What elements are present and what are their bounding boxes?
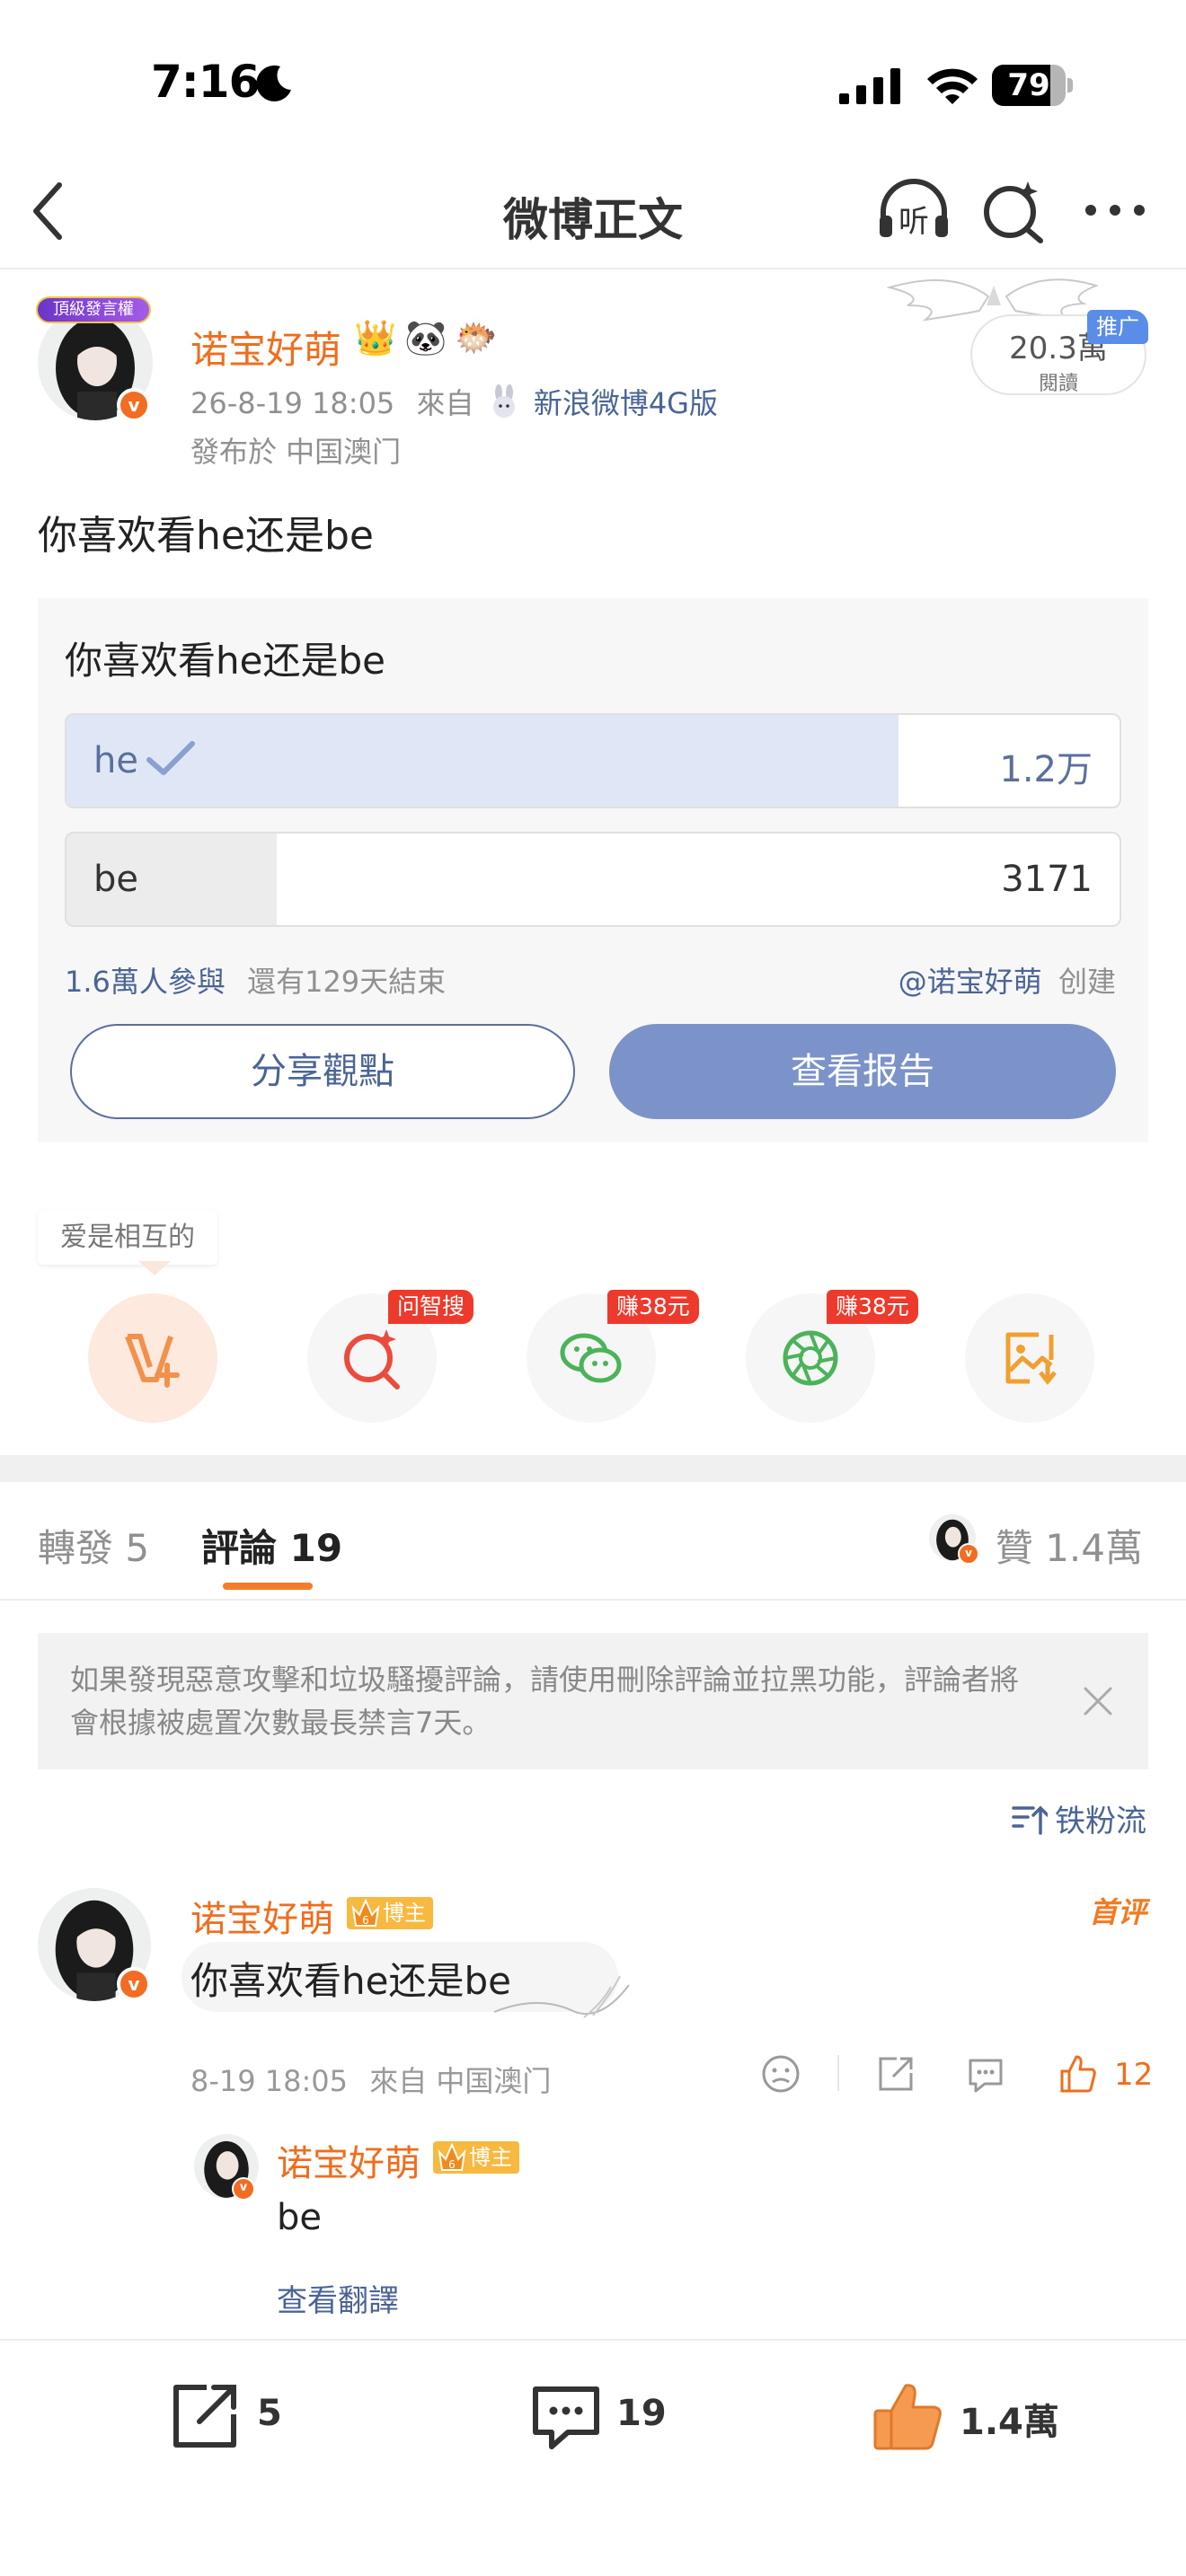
poll-remaining: 還有129天結束 — [247, 965, 447, 999]
sort-icon — [1012, 1805, 1048, 1835]
poll-creator-name[interactable]: @诺宝好萌 — [898, 965, 1042, 999]
reads-label: 閱讀 — [1038, 373, 1078, 395]
bottom-divider — [0, 2339, 1186, 2341]
moments-icon — [783, 1330, 838, 1386]
panda-badge-icon: 🐼 — [404, 318, 447, 357]
post-text: 你喜欢看he还是be — [38, 513, 374, 559]
verified-badge-icon: v — [117, 388, 151, 422]
blogger-badge-label: 博主 — [469, 2145, 512, 2170]
share-hint-tooltip: 爱是相互的 — [38, 1211, 217, 1265]
author-name[interactable]: 诺宝好萌 — [190, 320, 341, 375]
repost-count[interactable]: 5 — [257, 2393, 282, 2434]
like-icon[interactable] — [1057, 2053, 1098, 2095]
svg-text:6: 6 — [448, 2158, 456, 2171]
verified-badge-icon: v — [958, 1543, 979, 1565]
sort-button[interactable]: 铁粉流 — [1012, 1796, 1146, 1840]
post-location: 發布於 中国澳门 — [190, 435, 402, 469]
comment-author[interactable]: 诺宝好萌 — [190, 1890, 334, 1942]
tab-comment[interactable]: 評論 19 — [201, 1518, 342, 1573]
save-image-button[interactable] — [965, 1293, 1094, 1423]
post-time: 26-8-19 18:05 — [190, 386, 395, 420]
repost-icon[interactable] — [875, 2053, 916, 2095]
vplus-share-button[interactable] — [88, 1293, 217, 1423]
listen-icon[interactable]: 听 — [876, 178, 951, 244]
like-count[interactable]: 1.4萬 — [960, 2393, 1059, 2445]
repost-icon[interactable] — [167, 2378, 243, 2454]
poll-option-count: 1.2万 — [999, 749, 1093, 790]
poll-stats: 1.6萬人參與 還有129天結束 — [65, 959, 446, 1001]
poll-participants[interactable]: 1.6萬人參與 — [65, 965, 226, 999]
cellular-signal-icon — [839, 68, 900, 104]
comment-time: 8-19 18:05 — [190, 2064, 349, 2098]
share-opinion-button[interactable]: 分享觀點 — [70, 1024, 575, 1119]
save-image-icon — [1005, 1332, 1057, 1386]
action-divider — [837, 2055, 839, 2091]
checkmark-icon — [146, 741, 195, 775]
post-from-prefix: 來自 — [416, 386, 474, 420]
poll-option-he[interactable]: he 1.2万 — [65, 713, 1121, 808]
avatar-title-tag: 頂級發言權 — [36, 296, 151, 323]
wifi-icon — [927, 68, 978, 104]
comment-meta: 8-19 18:05 來自 中国澳门 — [190, 2059, 551, 2100]
like-filled-icon[interactable] — [870, 2378, 945, 2454]
share-badge: 问智搜 — [388, 1290, 474, 1324]
share-badge: 赚38元 — [607, 1290, 699, 1324]
dislike-icon[interactable] — [760, 2053, 801, 2095]
vplus-icon — [125, 1334, 180, 1388]
blogger-badge-label: 博主 — [383, 1901, 426, 1926]
blogger-badge: 6 博主 — [347, 1897, 433, 1929]
poll-option-be[interactable]: be 3171 — [65, 832, 1121, 927]
active-tab-indicator — [223, 1583, 313, 1590]
reply-icon[interactable] — [965, 2053, 1006, 2095]
view-report-button[interactable]: 查看报告 — [609, 1024, 1116, 1119]
comment-count[interactable]: 19 — [616, 2393, 667, 2434]
verified-badge-icon: v — [232, 2177, 255, 2201]
moon-icon — [256, 65, 291, 101]
comment-text: 你喜欢看he还是be — [190, 1959, 511, 2003]
tooltip-arrow — [138, 1261, 171, 1275]
reply-text: be — [277, 2197, 322, 2238]
crown-badge-icon: 👑 — [354, 318, 397, 357]
ai-search-icon — [344, 1329, 400, 1389]
comment-icon[interactable] — [528, 2378, 604, 2454]
poll-question: 你喜欢看he还是be — [65, 639, 385, 683]
more-icon[interactable] — [1084, 199, 1146, 221]
sort-label: 铁粉流 — [1055, 1804, 1146, 1839]
view-translation-link[interactable]: 查看翻譯 — [277, 2276, 399, 2320]
poll-option-label: be — [93, 859, 138, 900]
comment-like-count[interactable]: 12 — [1114, 2057, 1153, 2093]
verified-badge-icon: v — [117, 1967, 151, 2001]
author-badges: 👑 🐼 🐡 — [354, 316, 498, 363]
blogger-badge: 6 博主 — [433, 2141, 519, 2174]
rabbit-icon — [492, 384, 515, 418]
crown-icon: 6 — [351, 1898, 380, 1927]
notice-text: 如果發現惡意攻擊和垃圾騷擾評論，請使用刪除評論並拉黑功能，評論者將會根據被處置次… — [70, 1663, 1020, 1740]
ai-search-icon[interactable] — [981, 178, 1046, 244]
tab-divider — [0, 1599, 1186, 1601]
close-icon[interactable] — [1078, 1681, 1118, 1721]
poll-option-label: he — [93, 740, 138, 781]
tab-repost[interactable]: 轉發 5 — [38, 1518, 149, 1573]
battery-percentage: 79 — [1007, 67, 1050, 103]
first-comment-tag: 首评 — [1088, 1895, 1146, 1929]
pufferfish-badge-icon: 🐡 — [455, 318, 498, 357]
promote-tag[interactable]: 推广 — [1087, 310, 1148, 344]
tab-likes[interactable]: 贊 1.4萬 — [996, 1518, 1143, 1573]
battery-indicator: 79 — [992, 65, 1073, 106]
listen-label: 听 — [898, 204, 929, 240]
wechat-icon — [560, 1333, 622, 1383]
comment-from: 來自 中国澳门 — [369, 2064, 552, 2098]
post-client[interactable]: 新浪微博4G版 — [534, 386, 718, 420]
svg-text:6: 6 — [362, 1914, 369, 1927]
reply-author[interactable]: 诺宝好萌 — [277, 2134, 420, 2186]
share-badge: 赚38元 — [827, 1290, 918, 1324]
section-gap — [0, 1455, 1186, 1482]
poll-creator: @诺宝好萌 创建 — [898, 959, 1116, 1001]
poll-option-count: 3171 — [1001, 859, 1093, 900]
crown-icon: 6 — [438, 2142, 466, 2171]
status-time: 7:16 — [151, 56, 260, 108]
poll-created-label: 创建 — [1058, 965, 1116, 999]
post-meta: 26-8-19 18:05 來自 新浪微博4G版 — [190, 381, 718, 422]
